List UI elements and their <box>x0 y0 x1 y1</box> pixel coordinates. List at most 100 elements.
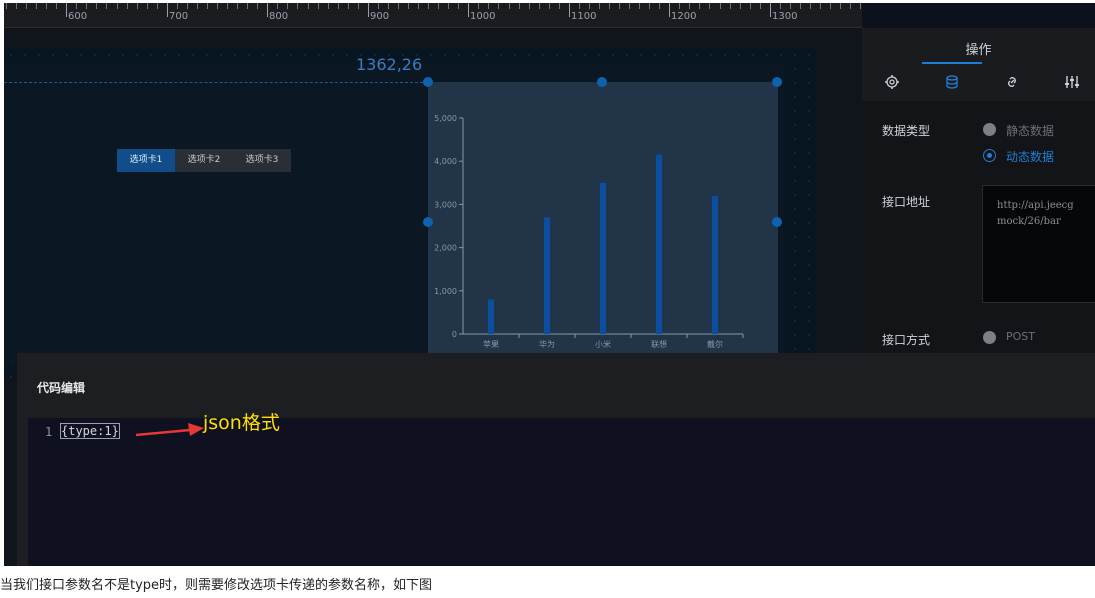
code-editor-dialog: 代码编辑 1 {type:1} <box>17 353 1095 566</box>
ruler-tick <box>589 3 590 9</box>
radio-static-data[interactable] <box>983 123 996 136</box>
ruler-tick <box>16 3 17 9</box>
ruler-tick <box>137 3 138 9</box>
radio-static-data-label[interactable]: 静态数据 <box>1006 122 1054 139</box>
ruler-tick-label: 1300 <box>772 11 798 22</box>
code-editor[interactable]: 1 {type:1} <box>28 418 1095 566</box>
ruler-tick <box>760 3 761 9</box>
ruler-tick <box>679 3 680 9</box>
ruler-tick <box>297 3 298 9</box>
line-number: 1 <box>45 425 53 439</box>
ruler-major-tick <box>66 3 67 17</box>
ruler-tick <box>699 3 700 9</box>
ruler-tick <box>6 3 7 9</box>
ruler-tick <box>709 3 710 9</box>
tab-2[interactable]: 选项卡2 <box>175 149 233 172</box>
ruler-tick <box>338 3 339 9</box>
ruler-tick <box>127 3 128 9</box>
ruler-tick <box>689 3 690 9</box>
ruler-tick-label: 1200 <box>671 11 697 22</box>
api-url-label: 接口地址 <box>882 195 931 209</box>
link-icon[interactable] <box>1004 74 1020 90</box>
ruler-major-tick <box>770 3 771 17</box>
ruler-tick <box>157 3 158 9</box>
resize-handle-top[interactable] <box>597 77 607 87</box>
panel-header: 操作 <box>862 28 1095 101</box>
x-tick-label: 小米 <box>595 339 611 349</box>
radio-post[interactable] <box>983 331 996 344</box>
arrow-annotation-icon <box>135 423 204 437</box>
tab-widget[interactable]: 选项卡1 选项卡2 选项卡3 <box>117 149 291 172</box>
ruler-tick <box>56 3 57 9</box>
radio-dynamic-data[interactable] <box>983 149 996 162</box>
tab-1[interactable]: 选项卡1 <box>117 149 175 172</box>
screenshot-frame: 600 700 800 900 1000 1100 1200 1300 1362,26 选项卡… <box>4 3 1095 566</box>
ruler-tick <box>358 3 359 9</box>
ruler-tick-label: 700 <box>169 11 189 22</box>
ruler-tick-label: 900 <box>370 11 390 22</box>
resize-handle-top-right[interactable] <box>772 77 782 87</box>
ruler-tick <box>629 3 630 9</box>
ruler-tick <box>388 3 389 9</box>
resize-handle-right[interactable] <box>772 217 782 227</box>
ruler-tick <box>348 3 349 9</box>
ruler-tick <box>559 3 560 9</box>
ruler-major-tick <box>669 3 670 17</box>
ruler-tick <box>850 3 851 9</box>
gear-icon[interactable] <box>884 74 900 90</box>
ruler-tick <box>438 3 439 9</box>
ruler-tick <box>36 3 37 9</box>
api-url-textarea[interactable]: http://api.jeecg mock/26/bar <box>982 185 1095 303</box>
chart-bar <box>600 182 606 334</box>
ruler-tick <box>187 3 188 9</box>
database-icon[interactable] <box>944 74 960 90</box>
chart-bar <box>656 154 662 334</box>
resize-handle-left[interactable] <box>423 217 433 227</box>
ruler-tick <box>659 3 660 9</box>
ruler-tick <box>217 3 218 9</box>
code-text[interactable]: {type:1} <box>60 423 120 439</box>
dialog-title: 代码编辑 <box>37 381 86 395</box>
sliders-icon[interactable] <box>1064 74 1080 90</box>
ruler-tick <box>458 3 459 9</box>
ruler-tick <box>26 3 27 9</box>
horizontal-ruler: 600 700 800 900 1000 1100 1200 1300 <box>4 3 862 28</box>
tab-3[interactable]: 选项卡3 <box>233 149 291 172</box>
ruler-tick <box>197 3 198 9</box>
radio-dynamic-data-label[interactable]: 动态数据 <box>1006 148 1054 165</box>
radio-post-label[interactable]: POST <box>1006 330 1035 343</box>
coordinate-readout: 1362,26 <box>356 55 423 74</box>
ruler-tick <box>529 3 530 9</box>
ruler-tick <box>609 3 610 9</box>
resize-handle-top-left[interactable] <box>423 77 433 87</box>
ruler-tick <box>820 3 821 9</box>
code-line[interactable]: {type:1} <box>60 423 120 439</box>
ruler-tick <box>408 3 409 9</box>
ruler-tick-label: 800 <box>269 11 289 22</box>
ruler-tick <box>177 3 178 9</box>
ruler-tick <box>790 3 791 9</box>
ruler-tick <box>448 3 449 9</box>
bar-chart-widget[interactable]: 0 1,000 2,000 3,000 4,000 5,000 苹果 华为 小米 联想 戴尔 <box>423 77 782 357</box>
ruler-tick <box>308 3 309 9</box>
y-tick-label: 1,000 <box>434 287 457 296</box>
ruler-tick <box>428 3 429 9</box>
ruler-major-tick <box>267 3 268 17</box>
ruler-tick <box>840 3 841 9</box>
ruler-tick <box>328 3 329 9</box>
ruler-tick <box>810 3 811 9</box>
annotation-label: json格式 <box>203 412 280 434</box>
ruler-tick <box>509 3 510 9</box>
ruler-tick <box>730 3 731 9</box>
ruler-tick-label: 600 <box>68 11 88 22</box>
ruler-tick <box>750 3 751 9</box>
ruler-tick <box>599 3 600 9</box>
property-panel: 操作 数据类型 静态数据 动态数据 接口地址 http://api.jeecg … <box>862 28 1095 358</box>
ruler-tick-label: 1000 <box>470 11 496 22</box>
ruler-tick <box>398 3 399 9</box>
ruler-tick <box>117 3 118 9</box>
ruler-tick <box>46 3 47 9</box>
x-tick-label: 苹果 <box>483 339 499 349</box>
ruler-tick <box>649 3 650 9</box>
ruler-major-tick <box>468 3 469 17</box>
